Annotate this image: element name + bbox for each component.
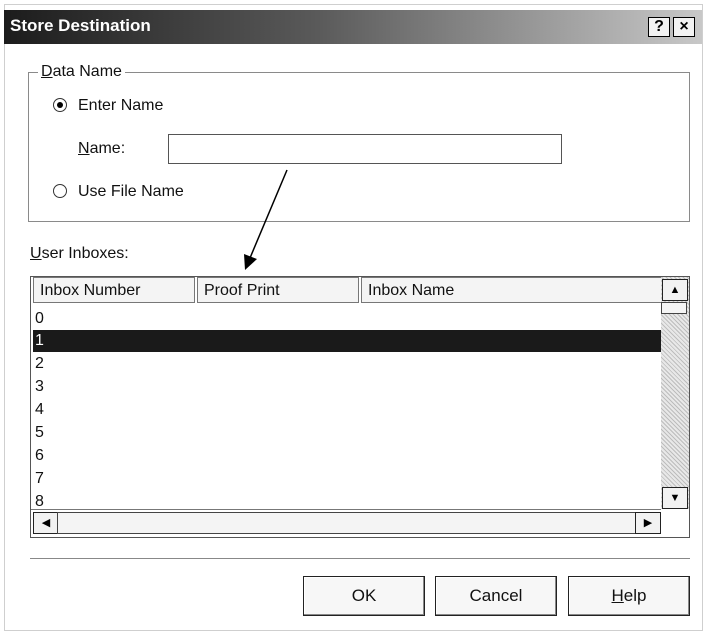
- enter-name-label[interactable]: Enter Name: [78, 97, 163, 115]
- user-inboxes-listview[interactable]: Inbox Number Proof Print Inbox Name 0 1 …: [30, 276, 690, 538]
- column-header-inbox-number[interactable]: Inbox Number: [33, 277, 195, 303]
- list-item[interactable]: 5: [33, 422, 661, 444]
- user-inboxes-label: User Inboxes:: [30, 245, 129, 262]
- list-item[interactable]: 4: [33, 399, 661, 421]
- horizontal-scroll-thumb[interactable]: [57, 512, 639, 534]
- list-item[interactable]: 0: [33, 308, 661, 330]
- vertical-scrollbar[interactable]: ▲ ▼: [661, 277, 689, 509]
- close-button[interactable]: ×: [673, 17, 695, 37]
- list-item[interactable]: 6: [33, 445, 661, 467]
- list-item-selected[interactable]: 1: [33, 330, 661, 352]
- use-file-name-label[interactable]: Use File Name: [78, 183, 184, 201]
- help-question-button[interactable]: ?: [648, 17, 670, 37]
- column-header-proof-print[interactable]: Proof Print: [197, 277, 359, 303]
- horizontal-scrollbar[interactable]: ◀ ▶: [31, 509, 661, 537]
- list-item[interactable]: 2: [33, 353, 661, 375]
- name-field-label: Name:: [78, 140, 126, 157]
- radio-selected-dot: [57, 102, 63, 108]
- window-title: Store Destination: [10, 16, 151, 35]
- cancel-button[interactable]: Cancel: [435, 576, 557, 616]
- list-item[interactable]: 3: [33, 376, 661, 398]
- title-bar[interactable]: Store Destination ? ×: [4, 10, 702, 44]
- footer-divider: [30, 558, 690, 560]
- scroll-right-icon[interactable]: ▶: [635, 512, 661, 534]
- name-input[interactable]: [168, 134, 562, 164]
- ok-button[interactable]: OK: [303, 576, 425, 616]
- column-header-inbox-name[interactable]: Inbox Name: [361, 277, 663, 303]
- scroll-down-icon[interactable]: ▼: [662, 487, 688, 509]
- use-file-name-radio[interactable]: [53, 184, 67, 198]
- scroll-left-icon[interactable]: ◀: [33, 512, 59, 534]
- scroll-up-icon[interactable]: ▲: [662, 279, 688, 301]
- enter-name-radio[interactable]: [53, 98, 67, 112]
- help-button[interactable]: Help: [568, 576, 690, 616]
- list-item[interactable]: 7: [33, 468, 661, 490]
- vertical-scroll-thumb[interactable]: [661, 302, 687, 314]
- data-name-group-label: Data Name: [38, 63, 125, 81]
